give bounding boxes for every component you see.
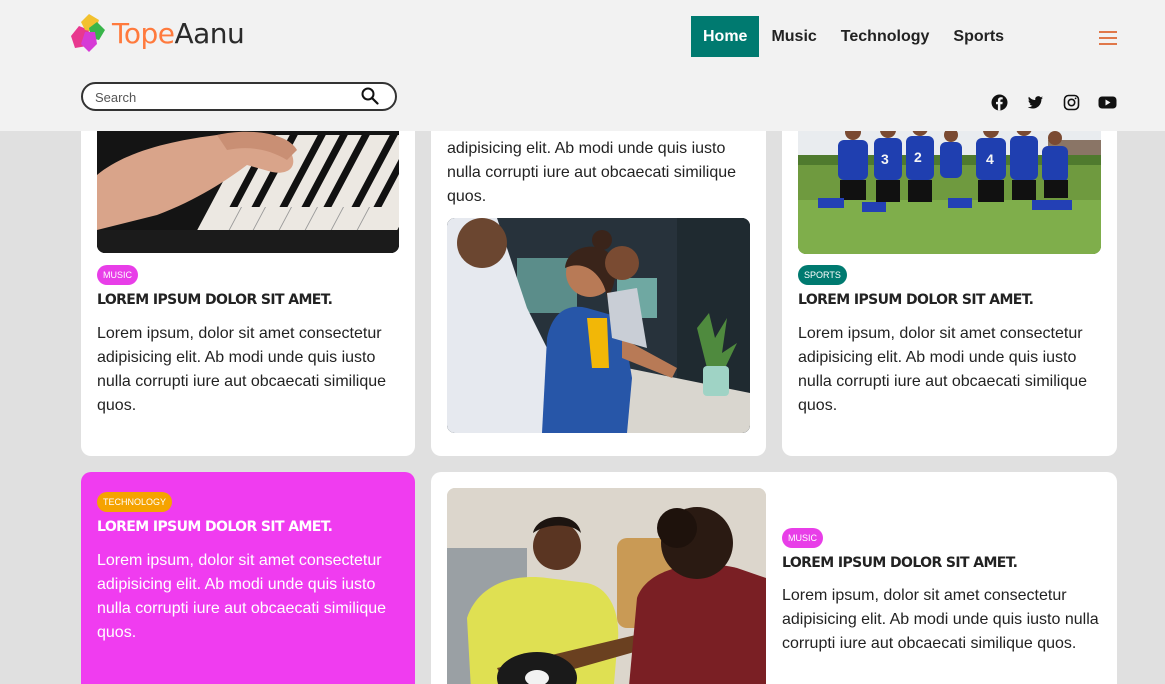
- site-header: TopeAanu Home Music Technology Sports: [0, 0, 1165, 131]
- nav-home[interactable]: Home: [691, 16, 760, 57]
- category-tag[interactable]: Music: [97, 265, 138, 285]
- article-card[interactable]: 3 2 4 Sports Lorem ipsum dolor sit amet. L…: [782, 80, 1117, 456]
- guitar-players-photo: [447, 488, 766, 684]
- article-card[interactable]: adipisicing elit. Ab modi unde quis iust…: [431, 80, 766, 456]
- svg-text:4: 4: [986, 151, 994, 167]
- nav-sports[interactable]: Sports: [941, 16, 1016, 57]
- svg-text:2: 2: [914, 149, 922, 165]
- category-tag[interactable]: Sports: [798, 265, 847, 285]
- search-bar: [81, 82, 397, 111]
- svg-text:3: 3: [881, 151, 889, 167]
- facebook-icon[interactable]: [991, 94, 1008, 111]
- brand-name-part2: Aanu: [174, 17, 245, 50]
- article-title[interactable]: Lorem ipsum dolor sit amet.: [97, 519, 333, 535]
- instagram-icon[interactable]: [1063, 94, 1080, 111]
- youtube-icon[interactable]: [1098, 94, 1117, 111]
- category-tag[interactable]: Technology: [97, 492, 173, 512]
- brand-logo[interactable]: TopeAanu: [67, 14, 245, 54]
- category-tag[interactable]: Music: [782, 528, 823, 548]
- nav-technology[interactable]: Technology: [829, 16, 942, 57]
- article-excerpt: Lorem ipsum, dolor sit amet consectetur …: [97, 552, 387, 641]
- brand-name-part1: Tope: [112, 17, 175, 50]
- article-excerpt: Lorem ipsum, dolor sit amet consectetur …: [782, 587, 1099, 652]
- main-nav: Home Music Technology Sports: [691, 16, 1016, 57]
- article-card-wide[interactable]: Music Lorem ipsum dolor sit amet. Lorem …: [431, 472, 1117, 684]
- search-input[interactable]: [95, 88, 345, 106]
- twitter-icon[interactable]: [1027, 94, 1044, 111]
- hamburger-menu-icon[interactable]: [1099, 30, 1117, 45]
- article-excerpt: Lorem ipsum, dolor sit amet consectetur …: [97, 325, 387, 414]
- brand-name: TopeAanu: [112, 14, 245, 54]
- article-title[interactable]: Lorem ipsum dolor sit amet.: [97, 292, 333, 308]
- logo-icon: [71, 14, 105, 52]
- office-team-photo: [447, 218, 750, 433]
- article-title[interactable]: Lorem ipsum dolor sit amet.: [798, 292, 1034, 308]
- article-title[interactable]: Lorem ipsum dolor sit amet.: [782, 555, 1018, 571]
- search-icon[interactable]: [361, 87, 379, 105]
- article-excerpt: adipisicing elit. Ab modi unde quis iust…: [447, 140, 737, 205]
- article-card[interactable]: Music Lorem ipsum dolor sit amet. Lorem …: [81, 80, 415, 456]
- article-excerpt: Lorem ipsum, dolor sit amet consectetur …: [798, 325, 1088, 414]
- nav-music[interactable]: Music: [759, 16, 828, 57]
- featured-article-card[interactable]: Technology Lorem ipsum dolor sit amet. L…: [81, 472, 415, 684]
